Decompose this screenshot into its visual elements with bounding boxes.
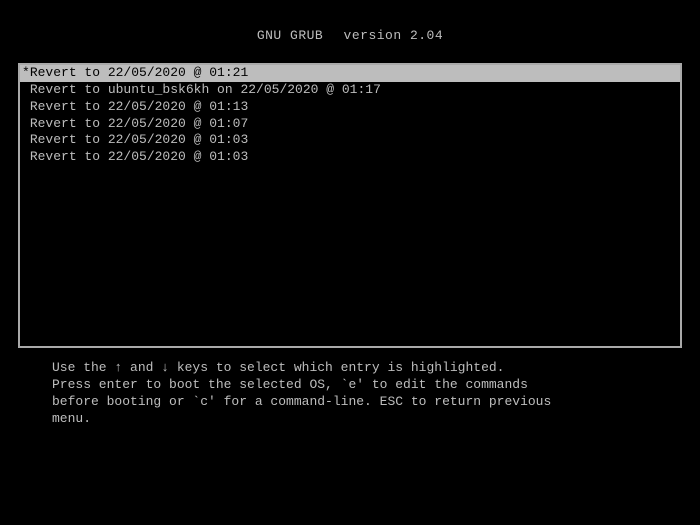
grub-header: GNU GRUB version 2.04 [0, 0, 700, 63]
grub-app-name: GNU GRUB [257, 28, 323, 43]
menu-item-label: Revert to 22/05/2020 @ 01:07 [30, 116, 248, 131]
boot-menu-item[interactable]: Revert to 22/05/2020 @ 01:03 [20, 149, 680, 166]
menu-item-marker: * [22, 65, 30, 80]
menu-item-marker [22, 149, 30, 164]
instruction-line: Use the ↑ and ↓ keys to select which ent… [52, 360, 648, 377]
instruction-line: Press enter to boot the selected OS, `e'… [52, 377, 648, 394]
instruction-line: before booting or `c' for a command-line… [52, 394, 648, 411]
menu-item-marker [22, 82, 30, 97]
menu-item-label: Revert to 22/05/2020 @ 01:13 [30, 99, 248, 114]
menu-item-marker [22, 116, 30, 131]
boot-menu-box: *Revert to 22/05/2020 @ 01:21 Revert to … [18, 63, 682, 348]
menu-item-label: Revert to ubuntu_bsk6kh on 22/05/2020 @ … [30, 82, 381, 97]
menu-item-label: Revert to 22/05/2020 @ 01:03 [30, 132, 248, 147]
menu-item-label: Revert to 22/05/2020 @ 01:03 [30, 149, 248, 164]
boot-menu-item[interactable]: Revert to 22/05/2020 @ 01:07 [20, 116, 680, 133]
boot-menu-item[interactable]: *Revert to 22/05/2020 @ 01:21 [20, 65, 680, 82]
boot-menu-item[interactable]: Revert to 22/05/2020 @ 01:03 [20, 132, 680, 149]
grub-instructions: Use the ↑ and ↓ keys to select which ent… [52, 360, 648, 428]
boot-menu-item[interactable]: Revert to 22/05/2020 @ 01:13 [20, 99, 680, 116]
grub-version: version 2.04 [344, 28, 444, 43]
menu-item-label: Revert to 22/05/2020 @ 01:21 [30, 65, 248, 80]
menu-item-marker [22, 132, 30, 147]
instruction-line: menu. [52, 411, 648, 428]
boot-menu-list[interactable]: *Revert to 22/05/2020 @ 01:21 Revert to … [20, 65, 680, 166]
boot-menu-item[interactable]: Revert to ubuntu_bsk6kh on 22/05/2020 @ … [20, 82, 680, 99]
menu-item-marker [22, 99, 30, 114]
